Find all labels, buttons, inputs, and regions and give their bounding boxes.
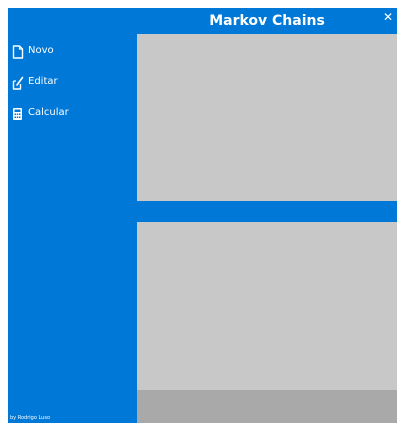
status-bar [137, 390, 397, 423]
author-credit: by Rodrigo Luso [10, 415, 51, 421]
app-window: Markov Chains ✕ Novo Editar Calcular by … [0, 0, 397, 423]
menu-item-novo[interactable]: Novo [8, 41, 136, 63]
menu-item-editar[interactable]: Editar [8, 72, 136, 94]
close-button[interactable]: ✕ [381, 9, 395, 25]
top-content-panel[interactable] [137, 34, 397, 201]
edit-icon [12, 75, 24, 90]
main-frame: Markov Chains ✕ Novo Editar Calcular by … [8, 8, 397, 423]
calculator-icon [12, 106, 24, 120]
menu-item-label: Calcular [28, 107, 69, 118]
menu-item-label: Novo [28, 45, 54, 56]
window-title: Markov Chains [209, 13, 325, 29]
menu-item-label: Editar [28, 76, 58, 87]
menu-item-calcular[interactable]: Calcular [8, 103, 136, 125]
new-document-icon [12, 44, 24, 59]
bottom-content-panel[interactable] [137, 222, 397, 390]
